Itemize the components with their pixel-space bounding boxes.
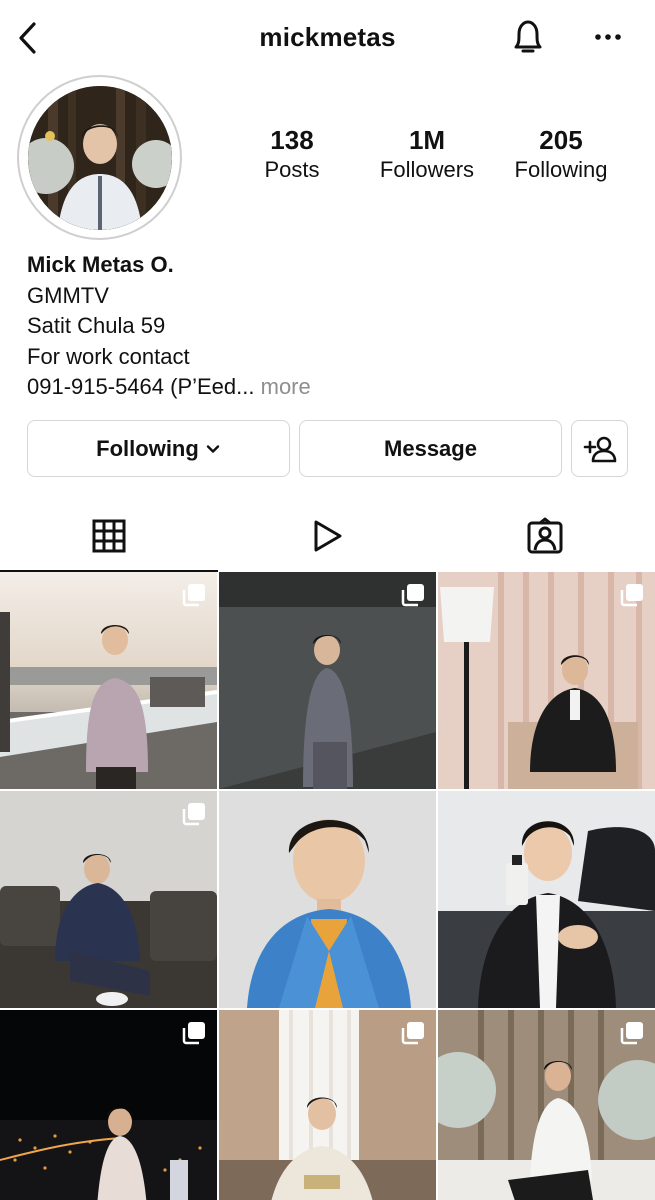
post-thumbnail[interactable]: [219, 572, 436, 789]
following-count: 205: [539, 125, 583, 155]
posts-label: Posts: [264, 157, 320, 182]
post-thumbnail[interactable]: [438, 1010, 655, 1200]
tab-reels[interactable]: [218, 500, 436, 572]
followers-count: 1M: [408, 125, 446, 155]
profile-bio: Mick Metas O. GMMTV Satit Chula 59 For w…: [27, 250, 627, 403]
profile-stats: 138 Posts 1M Followers 205 Following: [225, 125, 635, 187]
profile-tabs: [0, 500, 655, 572]
message-button-label: Message: [384, 435, 477, 461]
avatar-photo: [27, 85, 172, 230]
profile-avatar[interactable]: [17, 75, 182, 240]
stat-followers[interactable]: 1M Followers: [362, 125, 492, 185]
multiple-images-icon: [401, 584, 424, 607]
post-thumbnail[interactable]: [219, 791, 436, 1008]
bio-line-truncated: 091-915-5464 (P’Eed... more: [27, 372, 627, 403]
more-options-button[interactable]: [588, 22, 628, 52]
multiple-images-icon: [620, 1022, 643, 1045]
more-horizontal-icon: [595, 34, 621, 40]
profile-header: mickmetas: [0, 0, 655, 76]
posts-grid-icon: [92, 519, 126, 553]
bio-line: Satit Chula 59: [27, 313, 166, 338]
tab-tagged[interactable]: [436, 500, 654, 572]
post-thumbnail[interactable]: [0, 1010, 217, 1200]
multiple-images-icon: [182, 803, 205, 826]
following-label: Following: [514, 157, 608, 182]
following-button[interactable]: Following: [27, 420, 290, 477]
bio-line: GMMTV: [27, 282, 109, 308]
stat-posts[interactable]: 138 Posts: [227, 125, 357, 185]
add-friend-button[interactable]: [571, 420, 628, 477]
bell-icon: [514, 20, 542, 53]
multiple-images-icon: [182, 1022, 205, 1045]
post-thumbnail[interactable]: [438, 791, 655, 1008]
posts-count: 138: [270, 125, 314, 155]
notifications-button[interactable]: [508, 16, 548, 58]
post-thumbnail[interactable]: [0, 572, 217, 789]
post-thumbnail[interactable]: [219, 1010, 436, 1200]
message-button[interactable]: Message: [299, 420, 562, 477]
display-name: Mick Metas O.: [27, 252, 174, 277]
tagged-icon: [527, 517, 563, 554]
multiple-images-icon: [620, 584, 643, 607]
add-user-icon: [583, 436, 616, 462]
bio-more-link[interactable]: more: [255, 374, 311, 399]
post-thumbnail[interactable]: [438, 572, 655, 789]
followers-label: Followers: [379, 157, 475, 182]
bio-line: For work contact: [27, 343, 190, 369]
chevron-down-icon: [206, 444, 220, 453]
following-button-label: Following: [96, 435, 199, 461]
tab-posts[interactable]: [0, 500, 218, 572]
bio-last-line: 091-915-5464 (P’Eed...: [27, 374, 255, 399]
posts-grid: [0, 572, 655, 1200]
post-thumbnail[interactable]: [0, 791, 217, 1008]
reels-icon: [314, 520, 342, 552]
multiple-images-icon: [182, 584, 205, 607]
multiple-images-icon: [401, 1022, 424, 1045]
stat-following[interactable]: 205 Following: [496, 125, 626, 185]
profile-username: mickmetas: [259, 22, 396, 52]
